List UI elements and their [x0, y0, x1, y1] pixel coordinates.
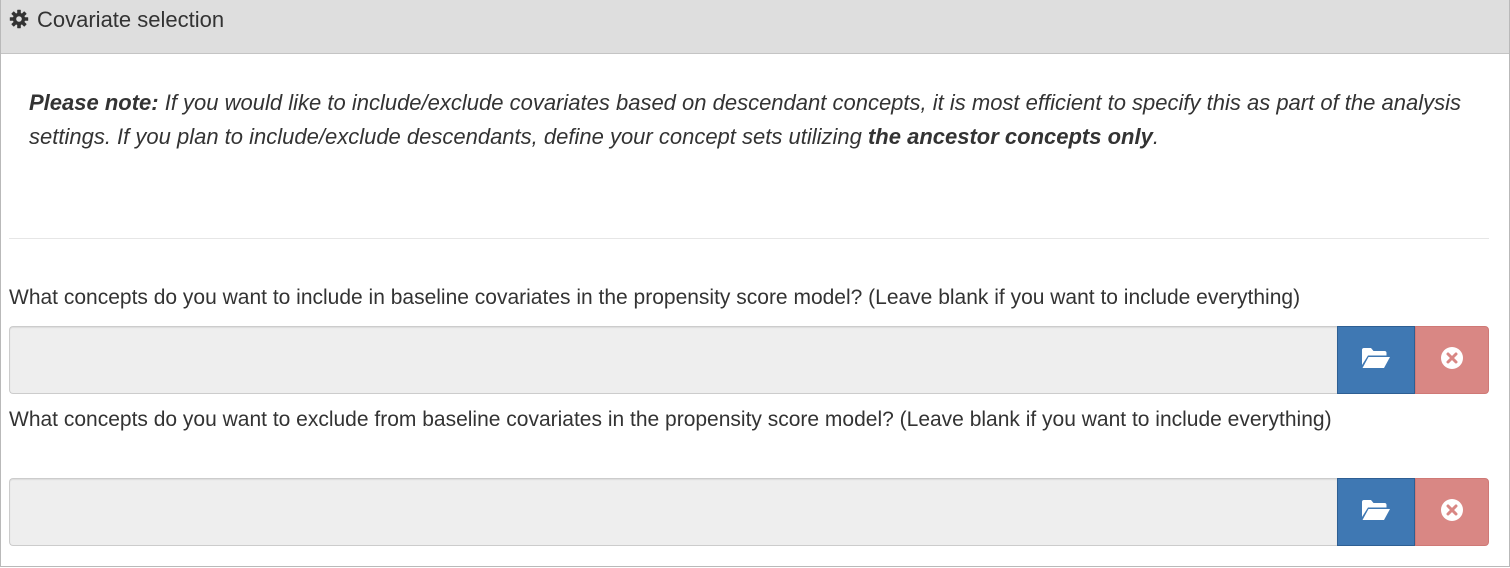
times-circle-icon [1440, 346, 1464, 375]
exclude-concepts-label: What concepts do you want to exclude fro… [9, 408, 1332, 431]
panel-title: Covariate selection [37, 7, 225, 32]
note-body-part2: . [1152, 124, 1159, 149]
times-circle-icon [1440, 498, 1464, 527]
note-text: Please note: If you would like to includ… [29, 86, 1469, 154]
exclude-concepts-input-group [9, 478, 1489, 546]
exclude-concepts-field[interactable] [9, 478, 1337, 546]
covariate-selection-panel: Covariate selection Please note: If you … [0, 0, 1510, 567]
gear-icon [9, 9, 29, 29]
note-lead: Please note: [29, 90, 159, 115]
note-body-part1: If you would like to include/exclude cov… [29, 90, 1461, 149]
include-concepts-label: What concepts do you want to include in … [9, 286, 1301, 309]
include-concepts-field[interactable] [9, 326, 1337, 394]
folder-open-icon [1361, 347, 1391, 374]
include-concepts-input-group [9, 326, 1489, 394]
panel-heading: Covariate selection [1, 0, 1509, 54]
include-open-concept-set-button[interactable] [1337, 326, 1415, 394]
exclude-open-concept-set-button[interactable] [1337, 478, 1415, 546]
note-emphasis: the ancestor concepts only [867, 124, 1153, 149]
exclude-clear-button[interactable] [1415, 478, 1489, 546]
folder-open-icon [1361, 499, 1391, 526]
include-clear-button[interactable] [1415, 326, 1489, 394]
divider [9, 238, 1489, 239]
